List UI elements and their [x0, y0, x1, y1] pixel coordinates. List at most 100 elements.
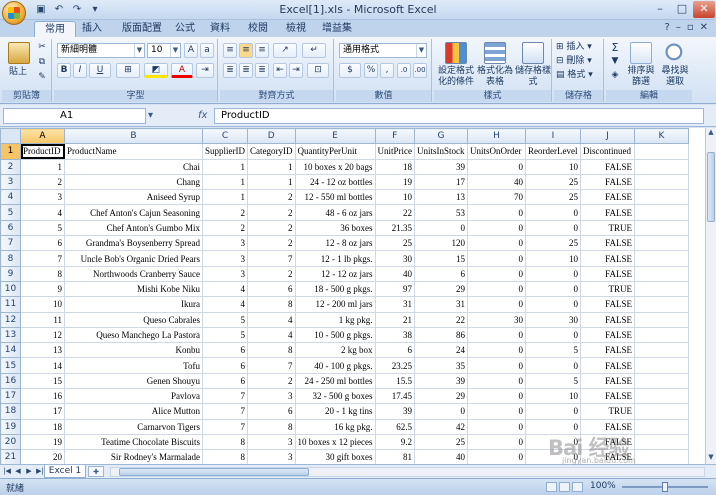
cell-g1[interactable]: UnitsInStock: [414, 143, 468, 160]
cell-f8[interactable]: 30: [374, 250, 415, 267]
cell-j10[interactable]: TRUE: [580, 280, 635, 298]
cell-h17[interactable]: 0: [467, 388, 526, 405]
cell-a9[interactable]: 8: [20, 265, 65, 282]
office-button[interactable]: [2, 1, 26, 25]
restore-workbook-icon[interactable]: ▫: [687, 22, 694, 33]
cell-b13[interactable]: Queso Manchego La Pastora: [64, 326, 203, 344]
align-bottom-icon[interactable]: ≡: [255, 43, 269, 58]
sheet-tab-excel-1[interactable]: Excel 1: [44, 465, 86, 478]
page-layout-view-icon[interactable]: [559, 482, 570, 492]
cell-d16[interactable]: 2: [247, 372, 296, 390]
cell-k21[interactable]: [634, 449, 689, 464]
cell-a6[interactable]: 5: [20, 219, 65, 237]
cell-b7[interactable]: Grandma's Boysenberry Spread: [64, 235, 203, 252]
cell-e1[interactable]: QuantityPerUnit: [294, 143, 376, 160]
cell-c17[interactable]: 7: [202, 388, 248, 405]
cell-h12[interactable]: 30: [467, 311, 526, 328]
cell-g20[interactable]: 25: [414, 433, 468, 451]
cell-c2[interactable]: 1: [202, 158, 248, 175]
cell-h6[interactable]: 0: [467, 219, 526, 237]
row-header[interactable]: 3: [0, 173, 21, 191]
tab-formulas[interactable]: 公式: [165, 21, 205, 37]
cell-j14[interactable]: FALSE: [580, 342, 635, 359]
cell-b14[interactable]: Konbu: [64, 342, 203, 359]
cell-b15[interactable]: Tofu: [64, 357, 203, 374]
cell-h16[interactable]: 0: [467, 372, 526, 390]
cell-h7[interactable]: 0: [467, 235, 526, 252]
cell-e8[interactable]: 12 - 1 lb pkgs.: [294, 250, 376, 267]
cell-g16[interactable]: 39: [414, 372, 468, 390]
cell-a17[interactable]: 16: [20, 388, 65, 405]
cell-k7[interactable]: [634, 235, 689, 252]
tab-data[interactable]: 資料: [200, 21, 240, 37]
cell-c7[interactable]: 3: [202, 235, 248, 252]
column-header-e[interactable]: E: [294, 128, 376, 145]
cell-h20[interactable]: 0: [467, 433, 526, 451]
select-all-corner[interactable]: [0, 128, 21, 145]
cell-c14[interactable]: 6: [202, 342, 248, 359]
cell-f16[interactable]: 15.5: [374, 372, 415, 390]
scroll-up-icon[interactable]: ▲: [706, 128, 716, 139]
column-header-h[interactable]: H: [467, 128, 526, 145]
cell-j5[interactable]: FALSE: [580, 204, 635, 221]
cell-h15[interactable]: 0: [467, 357, 526, 374]
cell-e10[interactable]: 18 - 500 g pkgs.: [294, 280, 376, 298]
cell-a18[interactable]: 17: [20, 403, 65, 420]
cell-f13[interactable]: 38: [374, 326, 415, 344]
insert-sheet-icon[interactable]: ✚: [88, 466, 104, 477]
paste-icon[interactable]: [8, 42, 30, 64]
cell-e17[interactable]: 32 - 500 g boxes: [294, 388, 376, 405]
cell-e19[interactable]: 16 kg pkg.: [294, 418, 376, 435]
cell-e7[interactable]: 12 - 8 oz jars: [294, 235, 376, 252]
cell-k5[interactable]: [634, 204, 689, 221]
sort-filter-icon[interactable]: [630, 42, 652, 64]
cell-c8[interactable]: 3: [202, 250, 248, 267]
cell-a13[interactable]: 12: [20, 326, 65, 344]
comma-style-icon[interactable]: ,: [380, 63, 394, 78]
cell-f19[interactable]: 62.5: [374, 418, 415, 435]
row-header[interactable]: 10: [0, 280, 21, 298]
cell-j8[interactable]: FALSE: [580, 250, 635, 267]
next-sheet-icon[interactable]: ▶: [24, 466, 34, 477]
cell-d12[interactable]: 4: [247, 311, 296, 328]
cell-a7[interactable]: 6: [20, 235, 65, 252]
row-header[interactable]: 19: [0, 418, 21, 435]
cell-a12[interactable]: 11: [20, 311, 65, 328]
cell-j11[interactable]: FALSE: [580, 296, 635, 313]
cell-g14[interactable]: 24: [414, 342, 468, 359]
tab-insert[interactable]: 插入: [72, 21, 112, 37]
cell-j18[interactable]: TRUE: [580, 403, 635, 420]
cell-d10[interactable]: 6: [247, 280, 296, 298]
cell-d3[interactable]: 1: [247, 173, 296, 191]
cell-f20[interactable]: 9.2: [374, 433, 415, 451]
merge-center-icon[interactable]: ⊡: [307, 63, 329, 78]
cell-d13[interactable]: 4: [247, 326, 296, 344]
find-select-label[interactable]: 尋找與選取: [658, 66, 692, 88]
cell-k6[interactable]: [634, 219, 689, 237]
align-middle-icon[interactable]: ≡: [239, 43, 253, 58]
cell-b17[interactable]: Pavlova: [64, 388, 203, 405]
cell-h14[interactable]: 0: [467, 342, 526, 359]
cell-h10[interactable]: 0: [467, 280, 526, 298]
cell-i10[interactable]: 0: [525, 280, 581, 298]
first-sheet-icon[interactable]: |◀: [2, 466, 12, 477]
row-header[interactable]: 11: [0, 296, 21, 313]
cell-c6[interactable]: 2: [202, 219, 248, 237]
column-header-j[interactable]: J: [580, 128, 635, 145]
row-header[interactable]: 18: [0, 403, 21, 420]
cut-icon[interactable]: ✂: [36, 42, 48, 53]
format-as-table-icon[interactable]: [484, 42, 506, 64]
cell-d15[interactable]: 7: [247, 357, 296, 374]
column-header-b[interactable]: B: [64, 128, 203, 145]
cell-k17[interactable]: [634, 388, 689, 405]
align-top-icon[interactable]: ≡: [223, 43, 237, 58]
cell-k19[interactable]: [634, 418, 689, 435]
row-header[interactable]: 8: [0, 250, 21, 267]
cell-d2[interactable]: 1: [247, 158, 296, 175]
cell-f2[interactable]: 18: [374, 158, 415, 175]
cell-h18[interactable]: 0: [467, 403, 526, 420]
page-break-view-icon[interactable]: [572, 482, 583, 492]
row-header[interactable]: 4: [0, 189, 21, 206]
italic-icon[interactable]: I: [73, 63, 87, 78]
cell-h3[interactable]: 40: [467, 173, 526, 191]
